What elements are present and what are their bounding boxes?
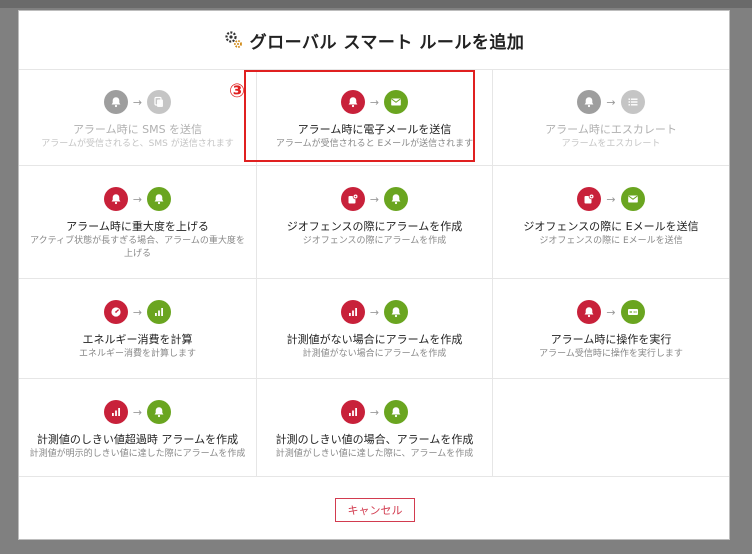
rule-icon-pair: → — [103, 299, 172, 325]
rule-icon-pair: → — [577, 299, 645, 325]
rule-label: アラーム時にエスカレート — [545, 123, 677, 136]
rule-card: → アラーム時に SMS を送信アラームが受信されると、SMS が送信されます — [19, 69, 257, 166]
rule-label: 計測値がない場合にアラームを作成 — [286, 333, 463, 346]
rule-icon-pair: → — [103, 186, 172, 212]
gauge-icon — [103, 300, 128, 324]
rule-description: アラームが受信されると Eメールが送信されます — [275, 139, 474, 149]
bar-chart-icon — [103, 400, 128, 424]
bar-chart-icon — [340, 300, 365, 324]
rule-icon-pair: → — [340, 399, 409, 425]
arrow-icon: → — [369, 305, 380, 319]
dialog-header: グローバル スマート ルールを追加 — [19, 11, 729, 70]
operation-icon — [620, 300, 645, 324]
rule-label: エネルギー消費を計算 — [82, 333, 193, 346]
rule-description: ジオフェンスの際にアラームを作成 — [302, 236, 447, 246]
rule-card[interactable]: → アラーム時に電子メールを送信アラームが受信されると Eメールが送信されます — [257, 69, 493, 166]
rule-label: ジオフェンスの際にアラームを作成 — [286, 220, 463, 233]
rule-description: ジオフェンスの際に Eメールを送信 — [539, 236, 683, 246]
bell-icon — [384, 400, 409, 424]
rule-card[interactable]: → ジオフェンスの際にアラームを作成 ジオフェンスの際にアラームを作成 — [257, 166, 493, 279]
bell-icon — [103, 90, 128, 114]
rule-card[interactable]: → ジオフェンスの際に Eメールを送信 ジオフェンスの際に Eメールを送信 — [493, 166, 729, 279]
rule-grid: → アラーム時に SMS を送信アラームが受信されると、SMS が送信されます → ア… — [19, 69, 729, 477]
bell-icon — [384, 187, 409, 211]
rule-description: エネルギー消費を計算します — [78, 349, 196, 359]
rule-card[interactable]: → 計測のしきい値の場合、アラームを作成 計測値がしきい値に達した際に、アラームを作… — [257, 379, 493, 477]
rule-icon-pair: → — [103, 89, 172, 115]
dialog-title: グローバル スマート ルールを追加 — [249, 32, 525, 53]
rule-description: アラーム受信時に操作を実行します — [539, 349, 683, 359]
rule-icon-pair: → — [103, 399, 172, 425]
rule-label: 計測のしきい値の場合、アラームを作成 — [275, 433, 474, 446]
rule-card[interactable]: → エネルギー消費を計算 エネルギー消費を計算します — [19, 279, 257, 379]
geofence-icon — [577, 187, 602, 211]
rule-icon-pair: → — [340, 186, 409, 212]
rule-label: アラーム時に電子メールを送信 — [297, 123, 452, 136]
arrow-icon: → — [132, 95, 143, 109]
rule-description: 計測値が明示的しきい値に達した際にアラームを作成 — [29, 449, 246, 459]
envelope-icon — [620, 187, 645, 211]
page-backdrop — [0, 0, 752, 8]
arrow-icon: → — [369, 192, 380, 206]
list-icon — [620, 90, 645, 114]
bell-icon — [340, 90, 365, 114]
bar-chart-icon — [147, 300, 172, 324]
arrow-icon: → — [132, 305, 143, 319]
rule-label: アラーム時に SMS を送信 — [72, 123, 203, 136]
bell-icon — [103, 187, 128, 211]
rule-description: アクティブ状態が長すぎる場合、アラームの重大度を上げる — [30, 236, 245, 259]
rule-icon-pair: → — [340, 299, 409, 325]
rule-label: 計測値のしきい値超過時 アラームを作成 — [36, 433, 239, 446]
rule-description: アラームをエスカレート — [561, 139, 661, 149]
rule-icon-pair: → — [577, 186, 645, 212]
rule-icon-pair: → — [577, 89, 645, 115]
rule-label: アラーム時に重大度を上げる — [66, 220, 209, 233]
arrow-icon: → — [606, 305, 616, 319]
arrow-icon: → — [132, 405, 143, 419]
bell-icon — [577, 300, 602, 324]
bell-icon — [577, 90, 602, 114]
geofence-icon — [340, 187, 365, 211]
bell-icon — [147, 400, 172, 424]
arrow-icon: → — [369, 95, 380, 109]
rule-card[interactable]: → 計測値がない場合にアラームを作成 計測値がない場合にアラームを作成 — [257, 279, 493, 379]
rule-card[interactable]: → アラーム時に操作を実行アラーム受信時に操作を実行します — [493, 279, 729, 379]
bar-chart-icon — [340, 400, 365, 424]
step-marker: ③ — [229, 80, 246, 102]
envelope-icon — [384, 90, 409, 114]
rule-description: アラームが受信されると、SMS が送信されます — [41, 139, 234, 149]
gears-icon — [224, 30, 244, 50]
rule-description: 計測値がしきい値に達した際に、アラームを作成 — [275, 449, 474, 459]
rule-card[interactable]: → 計測値のしきい値超過時 アラームを作成 計測値が明示的しきい値に達した際にアラー… — [19, 379, 257, 477]
add-smart-rule-dialog: グローバル スマート ルールを追加 → アラーム時に SMS を送信アラームが受信… — [18, 10, 730, 540]
sms-icon — [147, 90, 172, 114]
arrow-icon: → — [369, 405, 380, 419]
rule-card[interactable]: → アラーム時に重大度を上げるアクティブ状態が長すぎる場合、アラームの重大度を上げ… — [19, 166, 257, 279]
arrow-icon: → — [606, 192, 616, 206]
arrow-icon: → — [606, 95, 616, 109]
bell-icon — [147, 187, 172, 211]
empty-cell — [493, 379, 729, 477]
rule-description: 計測値がない場合にアラームを作成 — [302, 349, 447, 359]
cancel-button[interactable]: キャンセル — [335, 498, 415, 522]
rule-label: アラーム時に操作を実行 — [550, 333, 672, 346]
rule-card: → アラーム時にエスカレート アラームをエスカレート — [493, 69, 729, 166]
bell-icon — [384, 300, 409, 324]
rule-icon-pair: → — [340, 89, 409, 115]
arrow-icon: → — [132, 192, 143, 206]
rule-label: ジオフェンスの際に Eメールを送信 — [523, 220, 699, 233]
